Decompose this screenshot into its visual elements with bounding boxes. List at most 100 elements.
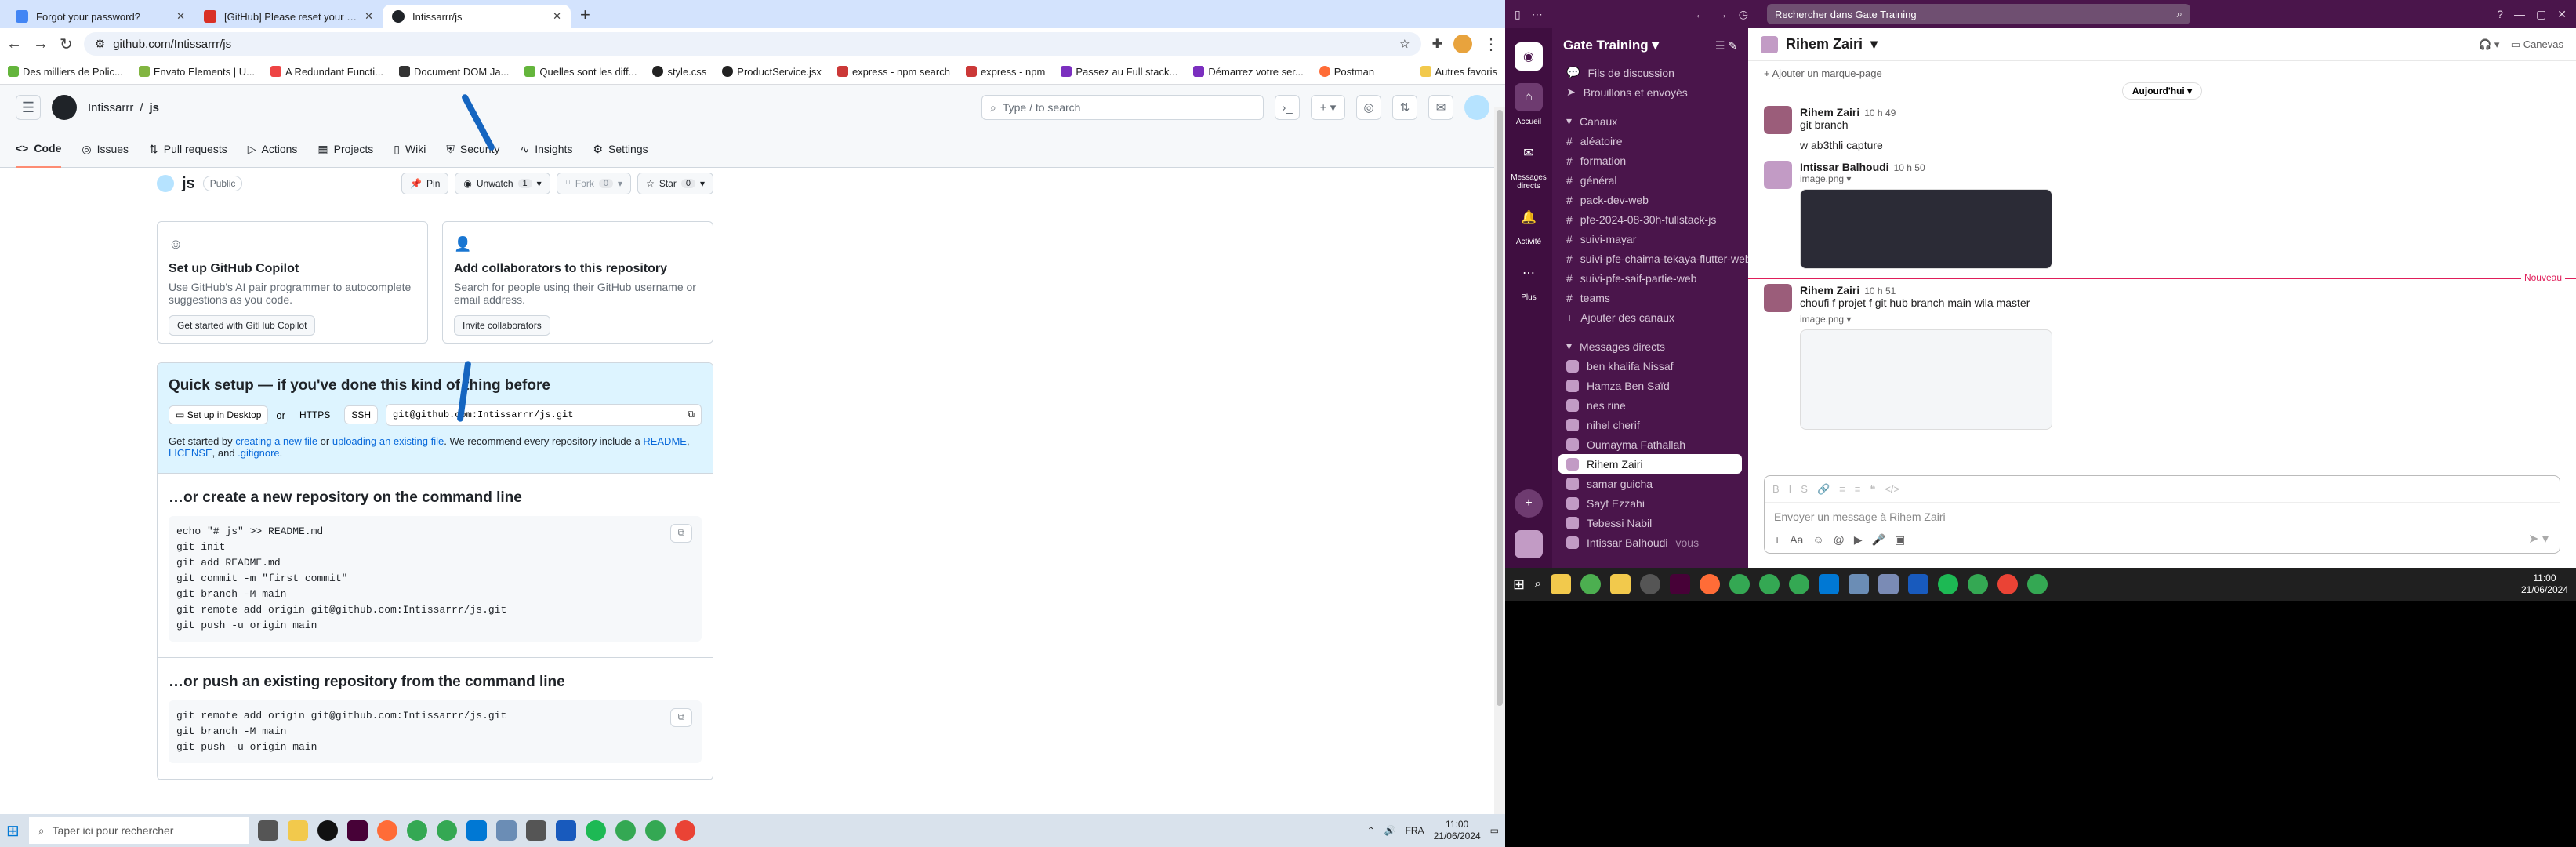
clock[interactable]: 11:00 21/06/2024 <box>2521 573 2568 596</box>
dm-item[interactable]: nihel cherif <box>1552 415 1748 434</box>
channel-item[interactable]: # formation <box>1552 151 1748 170</box>
address-bar[interactable]: ⚙ github.com/Intissarrr/js ☆ <box>83 32 1421 56</box>
chrome-icon[interactable] <box>406 820 427 841</box>
chrome-icon[interactable] <box>1729 574 1751 594</box>
help-icon[interactable]: ? <box>2497 8 2503 20</box>
taskview-icon[interactable] <box>257 820 278 841</box>
dm-item[interactable]: Tebessi Nabil <box>1552 513 1748 533</box>
close-icon[interactable]: ✕ <box>2557 8 2567 21</box>
bookmark-item[interactable]: Document DOM Ja... <box>399 66 509 78</box>
dm-item[interactable]: Intissar Balhoudi vous <box>1552 533 1748 552</box>
dm-item[interactable]: samar guicha <box>1552 474 1748 493</box>
bookmark-item[interactable]: express - npm <box>965 66 1045 78</box>
close-icon[interactable]: ✕ <box>176 10 185 23</box>
tab-insights[interactable]: ∿ Insights <box>520 130 572 168</box>
copilot-button[interactable]: Get started with GitHub Copilot <box>169 315 316 336</box>
new-tab-button[interactable]: + <box>571 5 600 28</box>
postman-icon[interactable] <box>1700 574 1721 594</box>
invite-button[interactable]: Invite collaborators <box>454 315 550 336</box>
copy-icon[interactable]: ⧉ <box>670 524 692 543</box>
setup-desktop-button[interactable]: ▭ Set up in Desktop <box>169 405 269 424</box>
dm-item[interactable]: Sayf Ezzahi <box>1552 493 1748 513</box>
app-icon[interactable] <box>1849 574 1870 594</box>
copy-icon[interactable]: ⧉ <box>688 409 695 420</box>
dm-item-selected[interactable]: Rihem Zairi <box>1558 454 1742 474</box>
pin-button[interactable]: 📌 Pin <box>401 173 449 194</box>
image-attachment[interactable] <box>1800 189 2052 269</box>
app-icon[interactable] <box>1580 574 1602 594</box>
repo-link[interactable]: js <box>150 101 160 115</box>
bookmark-item[interactable]: Postman <box>1319 66 1374 78</box>
unwatch-button[interactable]: ◉ Unwatch 1 ▾ <box>455 173 550 194</box>
tab-pull-requests[interactable]: ⇅ Pull requests <box>149 130 227 168</box>
https-tab[interactable]: HTTPS <box>293 406 336 424</box>
forward-icon[interactable]: → <box>1717 8 1728 20</box>
channel-item[interactable]: # général <box>1552 170 1748 190</box>
command-palette-icon[interactable]: ›_ <box>1275 95 1300 120</box>
more-icon[interactable]: ⋯ <box>1515 259 1543 287</box>
tab-code[interactable]: <> Code <box>16 130 62 168</box>
search-input[interactable]: ⌕ Type / to search <box>981 95 1264 120</box>
channel-item[interactable]: # pfe-2024-08-30h-fullstack-js <box>1552 209 1748 229</box>
date-divider[interactable]: Aujourd'hui ▾ <box>1748 82 2576 100</box>
app-icon[interactable] <box>1551 574 1572 594</box>
channel-item[interactable]: # suivi-pfe-chaima-tekaya-flutter-web <box>1552 249 1748 268</box>
channel-item[interactable]: # suivi-mayar <box>1552 229 1748 249</box>
search-icon[interactable]: ⌕ <box>1534 577 1541 591</box>
bookmark-item[interactable]: Des milliers de Polic... <box>8 66 123 78</box>
readme-link[interactable]: README <box>643 435 687 447</box>
chrome-icon[interactable] <box>436 820 457 841</box>
channel-item[interactable]: # pack-dev-web <box>1552 190 1748 209</box>
explorer-icon[interactable] <box>1610 574 1631 594</box>
message-input[interactable]: Envoyer un message à Rihem Zairi <box>1765 503 2560 531</box>
extensions-icon[interactable]: ✚ <box>1432 36 1442 52</box>
bookmark-item[interactable]: Quelles sont les diff... <box>524 66 637 78</box>
page-scrollbar[interactable] <box>1494 107 1505 828</box>
tab-issues[interactable]: ◎ Issues <box>82 130 129 168</box>
copy-icon[interactable]: ⧉ <box>670 708 692 727</box>
dm-item[interactable]: Hamza Ben Saïd <box>1552 376 1748 395</box>
sidebar-toggle-icon[interactable]: ▯ <box>1515 8 1521 21</box>
bookmark-item[interactable]: Démarrez votre ser... <box>1193 66 1304 78</box>
add-icon[interactable]: + <box>1515 489 1543 518</box>
postman-icon[interactable] <box>376 820 397 841</box>
reload-icon[interactable]: ↻ <box>60 35 73 54</box>
bookmark-item[interactable]: Envato Elements | U... <box>138 66 255 78</box>
channels-header[interactable]: ▾ Canaux <box>1552 111 1748 131</box>
vscode-icon[interactable] <box>1819 574 1840 594</box>
dm-header[interactable]: ▾ Messages directs <box>1552 336 1748 356</box>
gitignore-link[interactable]: .gitignore <box>238 447 279 459</box>
forward-icon[interactable]: → <box>33 35 49 53</box>
conversation-title[interactable]: Rihem Zairi <box>1786 36 1863 53</box>
issues-icon[interactable]: ◎ <box>1356 95 1381 120</box>
chrome-icon[interactable] <box>644 820 666 841</box>
windows-start-icon[interactable]: ⊞ <box>1513 576 1525 593</box>
minimize-icon[interactable]: — <box>2514 8 2525 20</box>
canvas-button[interactable]: 🎧 ▾ ▭ Canevas <box>2479 38 2563 51</box>
app-icon[interactable] <box>1878 574 1899 594</box>
browser-tab-gmail[interactable]: [GitHub] Please reset your password✕ <box>194 5 383 28</box>
channel-item[interactable]: # teams <box>1552 288 1748 307</box>
ssh-tab[interactable]: SSH <box>344 405 379 424</box>
bookmark-item[interactable]: express - npm search <box>836 66 950 78</box>
taskbar-search[interactable]: ⌕ Taper ici pour rechercher <box>28 817 249 844</box>
inbox-icon[interactable]: ✉ <box>1428 95 1453 120</box>
dm-item[interactable]: ben khalifa Nissaf <box>1552 356 1748 376</box>
workspace-icon[interactable]: ◉ <box>1515 42 1543 71</box>
dm-item[interactable]: Oumayma Fathallah <box>1552 434 1748 454</box>
bookmark-star-icon[interactable]: ☆ <box>1399 37 1410 51</box>
hamburger-menu-icon[interactable]: ☰ <box>16 95 41 120</box>
sidebar-item-threads[interactable]: 💬 Fils de discussion <box>1552 63 1748 82</box>
chrome-icon[interactable] <box>674 820 695 841</box>
explorer-icon[interactable] <box>287 820 308 841</box>
menu-icon[interactable]: ⋮ <box>1483 35 1499 54</box>
workspace-name[interactable]: Gate Training ▾ <box>1563 38 1659 53</box>
bookmark-item[interactable]: style.css <box>652 66 706 78</box>
star-button[interactable]: ☆ Star 0 ▾ <box>637 173 713 194</box>
fork-button[interactable]: ⑂ Fork 0 ▾ <box>556 173 632 194</box>
back-icon[interactable]: ← <box>6 35 22 53</box>
license-link[interactable]: LICENSE <box>169 447 212 459</box>
pull-requests-icon[interactable]: ⇅ <box>1392 95 1417 120</box>
dm-item[interactable]: nes rine <box>1552 395 1748 415</box>
bookmark-item[interactable]: ProductService.jsx <box>722 66 822 78</box>
